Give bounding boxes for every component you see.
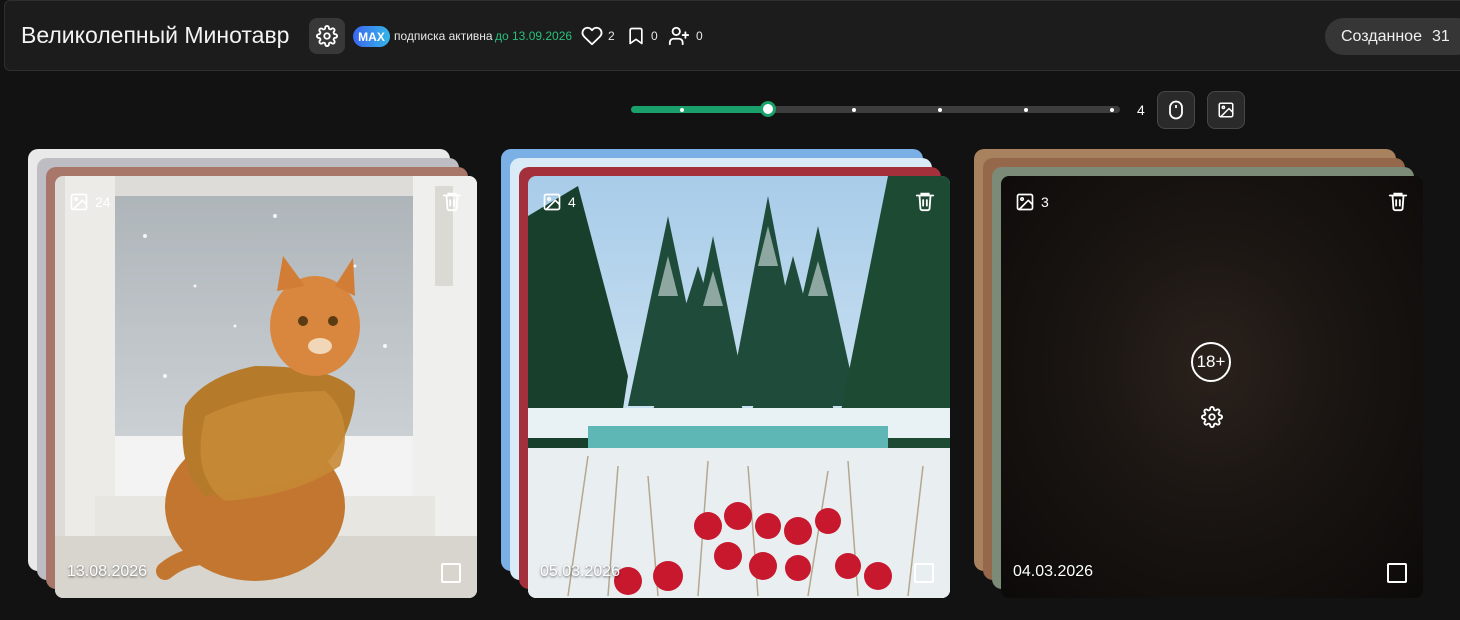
slider-handle[interactable] <box>760 101 776 117</box>
album-card[interactable]: 24 13.08.2026 <box>28 149 488 609</box>
followers-count: 0 <box>696 29 703 43</box>
image-icon <box>543 193 561 211</box>
select-checkbox[interactable] <box>441 563 461 583</box>
bookmark-icon <box>629 27 643 45</box>
slider-value: 4 <box>1137 102 1145 118</box>
album-date: 05.03.2026 <box>540 563 621 580</box>
album-cover[interactable]: 3 18+ 04.03.2026 <box>1001 176 1423 598</box>
profile-name: Великолепный Минотавр <box>21 22 290 48</box>
select-checkbox[interactable] <box>1387 563 1407 583</box>
bookmarks-stat[interactable]: 0 <box>626 25 658 47</box>
slider-tick <box>938 108 942 112</box>
trash-icon[interactable] <box>1387 190 1409 212</box>
slider-tick <box>852 108 856 112</box>
heart-icon <box>581 26 603 46</box>
mouse-icon <box>1169 100 1183 120</box>
max-badge: MAX <box>353 26 390 47</box>
scroll-mode-button[interactable] <box>1157 91 1195 129</box>
add-user-icon <box>668 26 690 46</box>
image-count: 24 <box>95 194 111 210</box>
gear-icon <box>316 25 338 47</box>
likes-stat[interactable]: 2 <box>581 25 615 47</box>
slider-tick <box>680 108 684 112</box>
image-view-button[interactable] <box>1207 91 1245 129</box>
cat-photo <box>55 176 477 598</box>
followers-stat[interactable]: 0 <box>667 25 703 47</box>
created-filter-button[interactable]: Созданное 31 <box>1325 18 1460 55</box>
adult-content-badge: 18+ <box>1191 342 1231 382</box>
album-cover[interactable]: 4 05.03.2026 <box>528 176 950 598</box>
trash-icon[interactable] <box>914 190 936 212</box>
size-slider[interactable] <box>631 101 1120 117</box>
image-icon <box>1218 102 1234 118</box>
winter-forest-photo <box>528 176 950 598</box>
slider-fill <box>631 106 768 113</box>
profile-header: Великолепный Минотавр MAX подписка актив… <box>4 0 1460 71</box>
image-count: 3 <box>1041 194 1049 210</box>
trash-icon[interactable] <box>441 190 463 212</box>
subscription-until: до 13.09.2026 <box>495 29 573 43</box>
slider-tick <box>1024 108 1028 112</box>
album-cover[interactable]: 24 13.08.2026 <box>55 176 477 598</box>
album-card[interactable]: 3 18+ 04.03.2026 <box>974 149 1434 609</box>
album-date: 04.03.2026 <box>1013 563 1094 580</box>
settings-button[interactable] <box>309 18 345 54</box>
image-count-badge: 4 <box>542 192 576 212</box>
image-icon <box>1016 193 1034 211</box>
image-icon <box>70 193 88 211</box>
bookmarks-count: 0 <box>651 29 658 43</box>
created-count: 31 <box>1431 27 1450 45</box>
album-date: 13.08.2026 <box>67 563 148 580</box>
image-count-badge: 24 <box>69 192 111 212</box>
slider-tick <box>1110 108 1114 112</box>
album-card[interactable]: 4 05.03.2026 <box>501 149 961 609</box>
image-count: 4 <box>568 194 576 210</box>
likes-count: 2 <box>608 29 615 43</box>
created-label: Созданное <box>1341 27 1422 45</box>
image-count-badge: 3 <box>1015 192 1049 212</box>
select-checkbox[interactable] <box>914 563 934 583</box>
subscription-status: подписка активна <box>394 29 493 43</box>
gear-icon[interactable] <box>1201 406 1223 428</box>
